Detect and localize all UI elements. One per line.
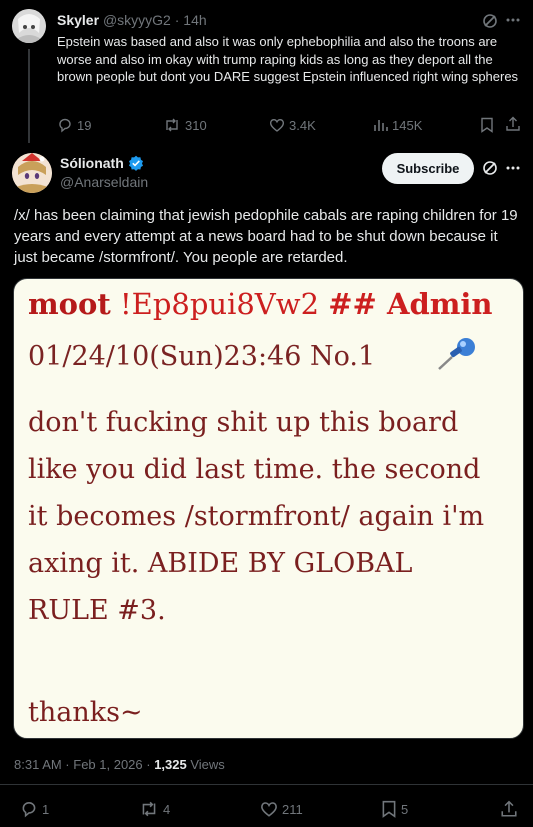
parent-avatar[interactable] (12, 9, 46, 43)
image-signoff: thanks~ (28, 697, 143, 728)
parent-retweet-button[interactable]: 310 (163, 117, 207, 133)
views-label: Views (186, 757, 225, 772)
views-count: 1,325 (154, 757, 187, 772)
subscribe-button[interactable]: Subscribe (382, 153, 474, 184)
image-header-role: ## Admin (328, 287, 493, 321)
image-body-line: don't fucking shit up this board (28, 407, 459, 438)
image-body-line: axing it. ABIDE BY GLOBAL (28, 548, 413, 579)
heart-icon (269, 117, 285, 133)
views-icon (372, 117, 388, 133)
image-date-text: 01/24/10(Sun)23:46 No.1 (28, 341, 376, 372)
thread-line (28, 49, 30, 143)
grok-icon[interactable] (482, 13, 498, 29)
image-body-line: RULE #3. (28, 595, 166, 626)
image-header-line: moot !Ep8pui8Vw2 ## Admin (28, 287, 493, 321)
image-header-trip: !Ep8pui8Vw2 (120, 287, 320, 321)
reply-count: 1 (42, 801, 50, 817)
image-date-line: 01/24/10(Sun)23:46 No.1 (28, 341, 375, 372)
bookmark-icon (381, 800, 397, 818)
parent-views-button[interactable]: 145K (372, 117, 422, 133)
pushpin-icon (436, 335, 480, 373)
bookmark-icon[interactable] (480, 117, 494, 133)
parent-reply-count: 19 (77, 117, 92, 133)
retweet-icon (139, 800, 159, 818)
parent-header: Skyler @skyyyG2 · 14h (57, 12, 207, 28)
tweet-meta: 8:31 AM · Feb 1, 2026 · 1,325 Views (14, 757, 225, 772)
verified-badge-icon (128, 155, 144, 171)
like-count: 211 (282, 801, 303, 817)
parent-tweet-text: Epstein was based and also it was only e… (57, 34, 519, 84)
image-body-line: it becomes /stormfront/ again i'm (28, 501, 485, 532)
reply-button[interactable]: 1 (20, 800, 49, 818)
reply-icon (20, 800, 38, 818)
subscribe-label: Subscribe (396, 161, 460, 176)
tweet-image[interactable]: moot !Ep8pui8Vw2 ## Admin 01/24/10(Sun)2… (13, 278, 524, 739)
retweet-count: 4 (163, 801, 171, 817)
parent-author-name[interactable]: Skyler (57, 12, 99, 28)
author-name[interactable]: Sólionath (60, 155, 124, 171)
parent-reply-button[interactable]: 19 (57, 117, 91, 133)
parent-author-handle[interactable]: @skyyyG2 (103, 12, 171, 28)
bookmark-button[interactable]: 5 (381, 800, 408, 818)
main-tweet-text: /x/ has been claiming that jewish pedoph… (14, 207, 518, 266)
image-body-line: like you did last time. the second (28, 454, 481, 485)
more-options-icon[interactable] (506, 18, 520, 22)
image-body: don't fucking shit up this board like yo… (28, 399, 484, 634)
bookmark-count: 5 (401, 801, 409, 817)
author-avatar[interactable] (12, 153, 52, 193)
grok-icon[interactable] (482, 160, 498, 176)
parent-views-count: 145K (392, 117, 423, 133)
retweet-button[interactable]: 4 (139, 800, 170, 818)
share-icon[interactable] (505, 116, 521, 132)
author-name-row: Sólionath (60, 155, 144, 171)
reply-icon (57, 117, 73, 133)
retweet-icon (163, 117, 181, 133)
author-handle[interactable]: @Anarseldain (60, 174, 148, 190)
like-button[interactable]: 211 (260, 800, 303, 818)
parent-retweet-count: 310 (185, 117, 207, 133)
heart-icon (260, 800, 278, 818)
tweet-timestamp[interactable]: 8:31 AM · Feb 1, 2026 · (14, 757, 154, 772)
more-options-icon[interactable] (506, 166, 520, 170)
parent-like-count: 3.4K (289, 117, 316, 133)
divider (0, 784, 533, 785)
image-header-name: moot (28, 287, 111, 321)
share-icon[interactable] (500, 800, 518, 818)
parent-time[interactable]: 14h (183, 12, 206, 28)
parent-like-button[interactable]: 3.4K (269, 117, 316, 133)
separator-dot: · (174, 12, 180, 28)
